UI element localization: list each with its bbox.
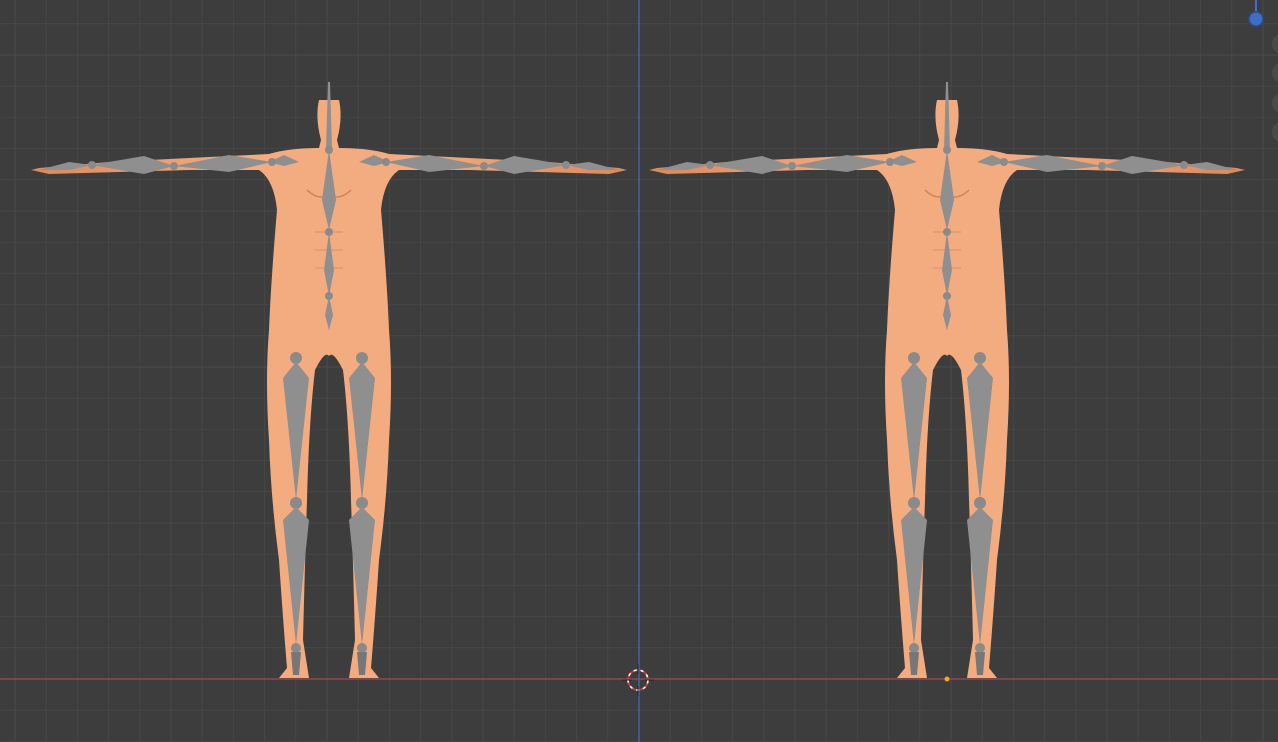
viewport-overlays <box>0 0 1278 742</box>
3d-viewport[interactable] <box>0 0 1278 742</box>
3d-cursor-icon[interactable] <box>622 664 654 696</box>
object-origin-dot <box>944 676 950 682</box>
gizmo-z-axis-icon[interactable] <box>1248 0 1264 27</box>
